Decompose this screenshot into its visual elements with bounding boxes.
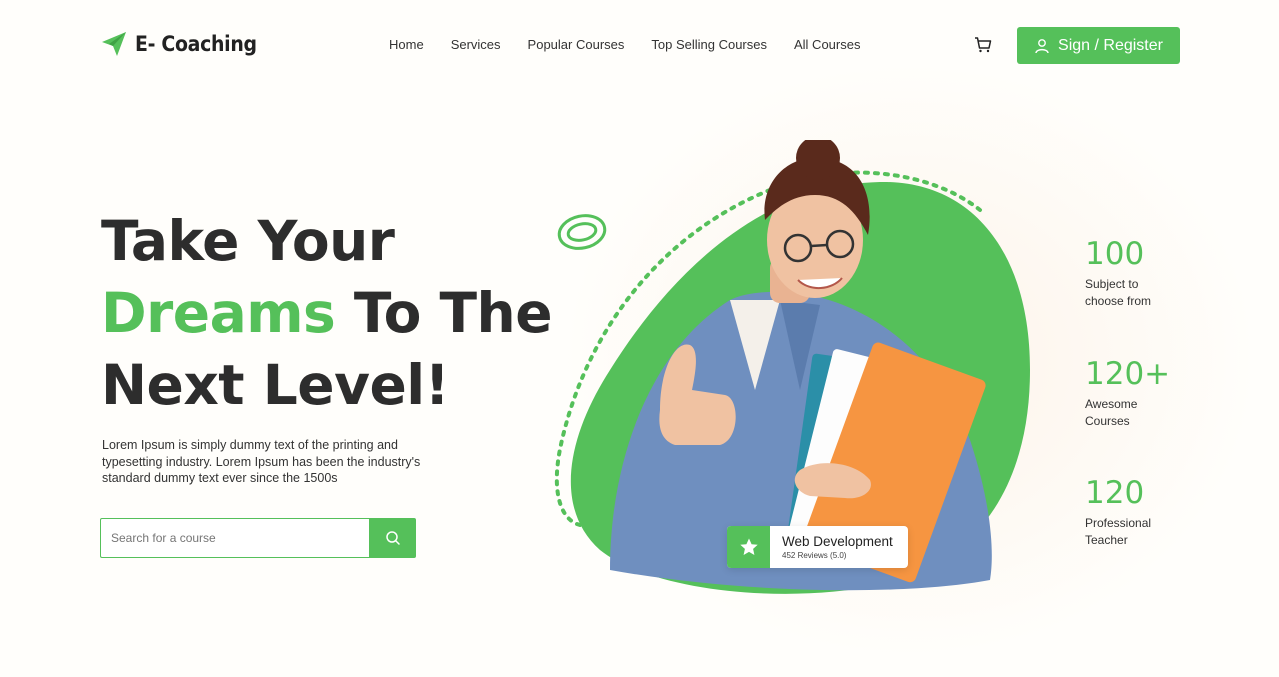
course-card[interactable]: Web Development 452 Reviews (5.0) (727, 526, 908, 568)
nav-all-courses[interactable]: All Courses (794, 37, 860, 52)
headline-highlight: Dreams (101, 281, 336, 345)
card-text: Web Development 452 Reviews (5.0) (770, 534, 893, 560)
hero-description: Lorem Ipsum is simply dummy text of the … (102, 438, 421, 485)
headline-line-3: Next Level! (101, 353, 450, 417)
headline-line-2-rest: To The (335, 281, 553, 345)
course-card-title: Web Development (782, 534, 893, 549)
spiral-decoration (557, 214, 607, 250)
stat-number: 100 (1085, 236, 1145, 272)
user-icon (1035, 38, 1049, 53)
nav-home[interactable]: Home (389, 37, 424, 52)
hero-headline: Take Your Dreams To The Next Level! (101, 205, 553, 421)
nav-top-selling-courses[interactable]: Top Selling Courses (651, 37, 767, 52)
stat-number: 120+ (1085, 356, 1171, 392)
headline-line-1: Take Your (101, 209, 395, 273)
headline-line-2: Dreams To The (101, 277, 553, 349)
search-input[interactable] (100, 518, 370, 558)
stat-subjects: 100 Subject to choose from (1085, 236, 1165, 309)
stat-label: Awesome Courses (1085, 397, 1138, 428)
course-card-reviews: 452 Reviews (5.0) (782, 551, 847, 560)
sign-register-button[interactable]: Sign / Register (1017, 27, 1180, 64)
cart-icon[interactable] (974, 36, 992, 54)
nav-popular-courses[interactable]: Popular Courses (528, 37, 625, 52)
stat-teachers: 120 Professional Teacher (1085, 475, 1165, 548)
search-button[interactable] (369, 518, 416, 558)
stat-label: Professional Teacher (1085, 516, 1152, 547)
brand-logo[interactable]: E- Coaching (101, 31, 257, 57)
brand-name: E- Coaching (135, 32, 257, 56)
main-nav: Home Services Popular Courses Top Sellin… (389, 37, 887, 52)
stat-number: 120 (1085, 475, 1145, 511)
sign-register-label: Sign / Register (1058, 36, 1163, 54)
nav-services[interactable]: Services (451, 37, 501, 52)
card-badge (727, 526, 770, 568)
paper-plane-icon (102, 32, 126, 56)
stat-label: Subject to choose from (1085, 277, 1152, 308)
search-icon (385, 531, 400, 545)
stat-courses: 120+ Awesome Courses (1085, 356, 1170, 429)
course-search (100, 518, 416, 558)
star-icon (739, 538, 758, 555)
